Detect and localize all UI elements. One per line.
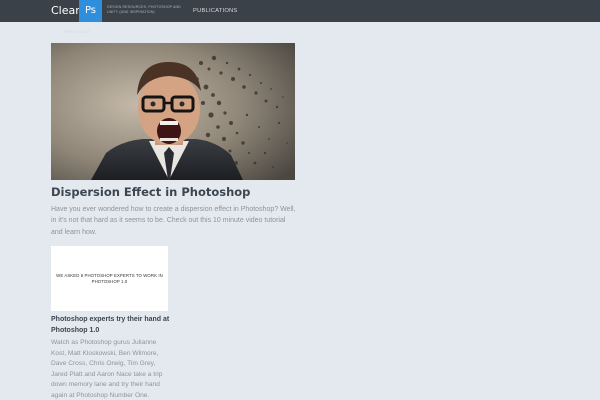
screaming-man-dispersion-image bbox=[51, 43, 295, 180]
logo-badge[interactable]: Ps bbox=[79, 0, 102, 22]
nav-item-publications[interactable]: PUBLICATIONS bbox=[193, 8, 238, 14]
post-card-title[interactable]: Photoshop experts try their hand at Phot… bbox=[51, 315, 171, 336]
post-card-excerpt: Watch as Photoshop gurus Julianne Kost, … bbox=[51, 339, 163, 399]
site-tagline: Design resources, Photoshop and Unity (A… bbox=[107, 5, 181, 14]
thumbnail-caption: WE ASKED 8 PHOTOSHOP EXPERTS TO WORK IN … bbox=[56, 273, 163, 284]
featured-post-title[interactable]: Dispersion Effect in Photoshop bbox=[51, 185, 250, 199]
post-card-thumbnail[interactable]: WE ASKED 8 PHOTOSHOP EXPERTS TO WORK IN … bbox=[51, 246, 168, 311]
top-navigation-bar: Clear Ps Design resources, Photoshop and… bbox=[0, 0, 600, 22]
featured-post-image[interactable] bbox=[51, 43, 295, 180]
featured-post-excerpt: Have you ever wondered how to create a d… bbox=[51, 206, 296, 236]
category-link[interactable]: PHOTOSHOP bbox=[64, 29, 90, 34]
brand-name[interactable]: Clear bbox=[51, 4, 80, 17]
